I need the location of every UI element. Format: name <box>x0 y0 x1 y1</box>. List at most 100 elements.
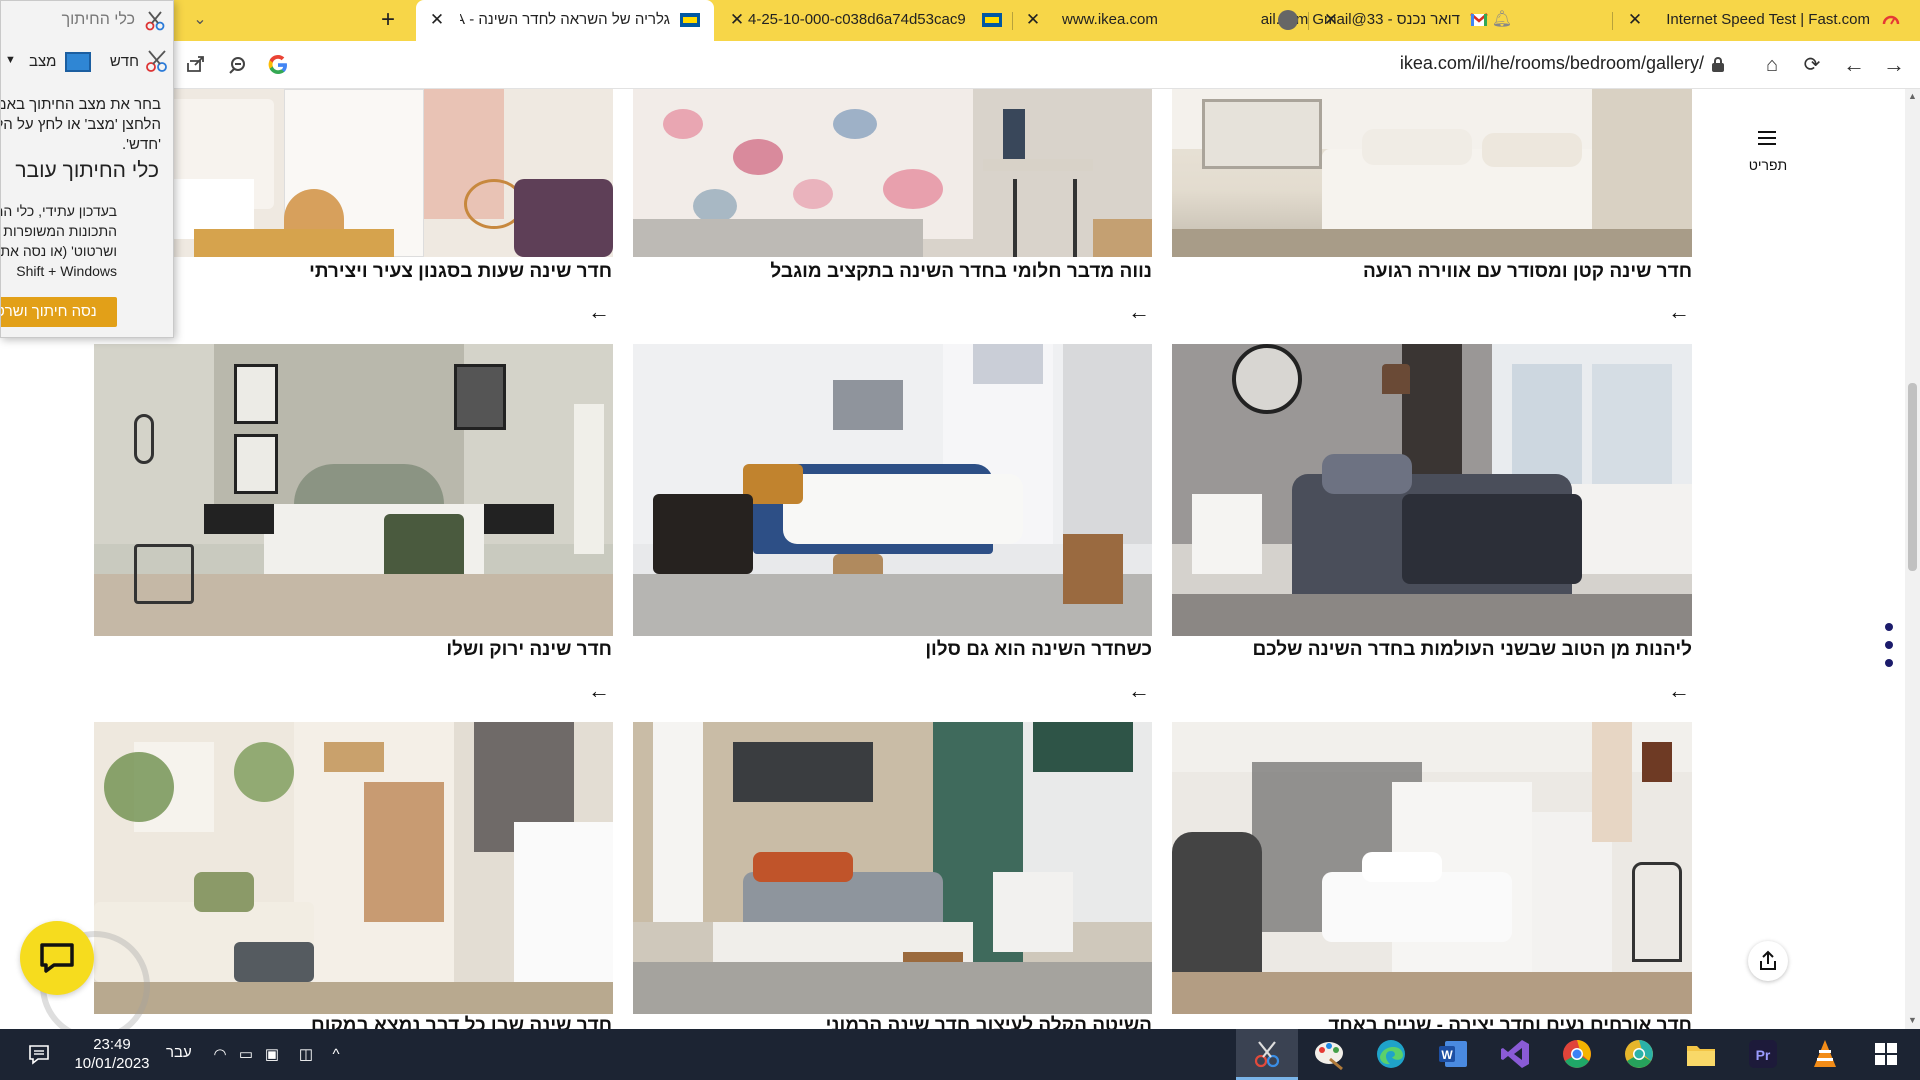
windows-start-icon[interactable] <box>1875 1043 1897 1065</box>
snipping-tool-title: כלי החיתוך <box>61 11 135 28</box>
card-image-guest-creative-room[interactable] <box>1172 722 1692 1014</box>
scroll-thumb[interactable] <box>1908 383 1917 571</box>
back-button[interactable]: ← <box>1840 51 1868 79</box>
ikea-icon <box>680 13 700 27</box>
card-title[interactable]: חדר אורחים נעים וחדר יצירה - שניים באחד <box>1328 1015 1692 1029</box>
chrome-canary-icon[interactable] <box>1560 1037 1594 1071</box>
menu-icon[interactable] <box>1752 123 1782 153</box>
address-bar[interactable]: ikea.com/il/he/rooms/bedroom/gallery/ <box>1300 53 1704 77</box>
svg-text:Pr: Pr <box>1756 1047 1771 1063</box>
tab-ikea-home[interactable]: www.ikea.com ✕ <box>1014 0 1308 41</box>
word-app-icon[interactable]: W <box>1436 1037 1470 1071</box>
arrow-left-icon[interactable]: ← <box>588 301 610 323</box>
home-button[interactable]: ⌂ <box>1758 51 1786 79</box>
svg-text:W: W <box>1441 1048 1453 1062</box>
body-line: התכונות המשופרות ב'חיתוך <box>1 223 117 239</box>
premiere-pro-icon[interactable]: Pr <box>1746 1037 1780 1071</box>
card-title[interactable]: כשחדר השינה הוא גם סלון <box>925 639 1152 661</box>
card-image-harmonious-bedroom[interactable] <box>633 722 1152 1014</box>
paint-app-icon[interactable] <box>1312 1037 1346 1071</box>
card-title[interactable]: חדר שינה קטן ומסודר עם אווירה רגועה <box>1363 261 1692 283</box>
chrome-app-icon[interactable] <box>1622 1037 1656 1071</box>
new-snip-icon[interactable] <box>143 48 171 74</box>
page-scrollbar[interactable]: ▲ ▼ <box>1905 89 1920 1029</box>
clock-date: 10/01/2023 <box>74 1055 150 1072</box>
close-icon[interactable]: ✕ <box>1626 11 1644 29</box>
mode-button[interactable]: מצב <box>29 53 56 70</box>
chevron-down-icon[interactable]: ▼ <box>5 54 16 66</box>
tab-fast[interactable]: Internet Speed Test | Fast.com ✕ <box>1614 0 1920 41</box>
card-title[interactable]: השיטה הקלה לעיצוב חדר שינה הרמוני <box>826 1015 1152 1029</box>
snipping-tool-toolbar: חדש מצב ▼ <box>1 44 173 80</box>
try-snip-sketch-button[interactable]: נסה חיתוך ושרטוט <box>1 297 117 327</box>
card-title[interactable]: חדר שינה שבו כל דבר נמצא במקום <box>311 1015 612 1029</box>
close-icon[interactable]: ✕ <box>728 11 746 29</box>
arrow-left-icon[interactable]: ← <box>1668 680 1690 702</box>
more-options-icon[interactable] <box>1883 623 1895 673</box>
body-line: בעדכון עתידי, כלי החיתוך <box>1 203 117 219</box>
close-icon[interactable]: ✕ <box>1322 11 1340 29</box>
chat-button[interactable] <box>20 921 94 995</box>
wifi-icon[interactable]: ◠ <box>210 1045 230 1065</box>
tab-title: Internet Speed Test | Fast.com <box>1666 11 1870 28</box>
share-button[interactable] <box>1748 941 1788 981</box>
file-explorer-icon[interactable] <box>1684 1037 1718 1071</box>
arrow-left-icon[interactable]: ← <box>1128 680 1150 702</box>
card-title[interactable]: נווה מדבר חלומי בחדר השינה בתקציב מוגבל <box>770 261 1152 283</box>
card-title[interactable]: חדר שינה שעות בסגנון צעיר ויצירתי <box>309 261 612 283</box>
arrow-left-icon[interactable]: ← <box>1128 301 1150 323</box>
vlc-player-icon[interactable] <box>1808 1037 1842 1071</box>
arrow-left-icon[interactable]: ← <box>1668 301 1690 323</box>
camera-icon[interactable]: ◫ <box>296 1045 316 1065</box>
zoom-icon[interactable] <box>226 53 250 77</box>
share-icon <box>1760 950 1776 970</box>
google-icon[interactable] <box>266 53 290 77</box>
mode-rectangle-icon[interactable] <box>65 52 91 72</box>
card-title[interactable]: חדר שינה ירוק ושלו <box>446 639 612 661</box>
card-image-calm-small-bedroom[interactable] <box>1172 89 1692 257</box>
chevron-down-icon[interactable]: ⌄ <box>190 9 210 29</box>
system-clock[interactable]: 23:49 10/01/2023 <box>64 1035 160 1073</box>
scroll-up-icon[interactable]: ▲ <box>1907 91 1918 101</box>
tab-gmail[interactable]: 🔔︎ דואר נכנס - 33@gmail.com Gmail ✕ <box>1260 0 1612 41</box>
reload-button[interactable]: ⟳ <box>1798 51 1826 79</box>
browser-toolbar: → ← ⟳ ⌂ ikea.com/il/he/rooms/bedroom/gal… <box>0 41 1920 89</box>
language-indicator[interactable]: עבר <box>166 1044 192 1061</box>
tab-ikea-gallery[interactable]: גלריה של השראה לחדר השינה - IKEA ✕ <box>416 0 714 41</box>
new-tab-button[interactable]: + <box>376 8 400 33</box>
clock-time: 23:49 <box>93 1036 131 1053</box>
card-image-organized-bedroom[interactable] <box>94 722 613 1014</box>
new-snip-button[interactable]: חדש <box>110 53 139 70</box>
close-icon[interactable]: ✕ <box>428 11 446 29</box>
tablet-icon[interactable]: ▣ <box>262 1045 282 1065</box>
chevron-up-icon[interactable]: ^ <box>326 1045 346 1065</box>
snipping-tool-app-icon[interactable] <box>1250 1037 1284 1071</box>
ikea-icon <box>982 13 1002 27</box>
scroll-down-icon[interactable]: ▼ <box>1907 1015 1918 1025</box>
edge-browser-icon[interactable] <box>1374 1037 1408 1071</box>
forward-button[interactable]: → <box>1880 51 1908 79</box>
arrow-left-icon[interactable]: ← <box>588 680 610 702</box>
close-icon[interactable]: ✕ <box>1024 11 1042 29</box>
share-page-icon[interactable] <box>184 53 208 77</box>
menu-label[interactable]: תפריט <box>1744 157 1792 173</box>
gallery-page: תפריט חדר שינה קטן ומסודר עם אווירה רגוע… <box>0 89 1905 1029</box>
lock-icon[interactable] <box>1712 57 1724 72</box>
tab-ikea-image[interactable]: 4-25-10-000-c038d6a74d53cac9 ✕ <box>716 0 1012 41</box>
snipping-tool-body: בעדכון עתידי, כלי החיתוך התכונות המשופרו… <box>1 201 117 281</box>
battery-icon[interactable]: ▭ <box>236 1045 256 1065</box>
card-title[interactable]: ליהנות מן הטוב שבשני העולמות בחדר השינה … <box>1252 639 1692 661</box>
scissors-icon <box>145 11 165 31</box>
notification-icon[interactable] <box>28 1043 50 1065</box>
fast-speed-icon <box>1882 15 1900 25</box>
tab-title: 4-25-10-000-c038d6a74d53cac9 <box>748 11 966 28</box>
snipping-tool-titlebar[interactable]: כלי החיתוך <box>1 1 173 41</box>
windows-taskbar: 23:49 10/01/2023 עבר ◠ ▭ ▣ ◫ ^ W Pr <box>0 1029 1920 1080</box>
card-image-green-calm-bedroom[interactable] <box>94 344 613 636</box>
browser-tab-bar: Internet Speed Test | Fast.com ✕ 🔔︎ דואר… <box>0 0 1920 41</box>
body-line: Shift + Windows <box>16 263 117 279</box>
card-image-dreamy-oasis[interactable] <box>633 89 1152 257</box>
visual-studio-icon[interactable] <box>1498 1037 1532 1071</box>
card-image-bedroom-living-room[interactable] <box>633 344 1152 636</box>
card-image-best-of-both-worlds[interactable] <box>1172 344 1692 636</box>
